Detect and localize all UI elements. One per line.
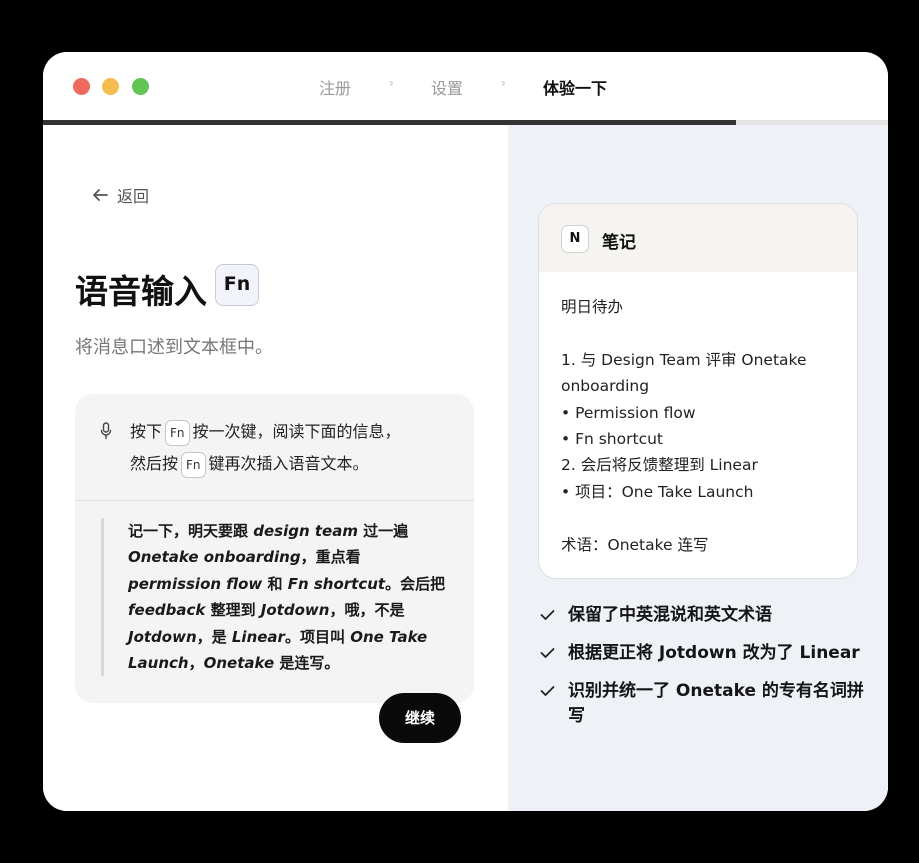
fn-key: Fn bbox=[165, 419, 190, 446]
title-bar: 注册 › 设置 › 体验一下 bbox=[43, 52, 888, 120]
note-line: • Fn shortcut bbox=[561, 430, 663, 449]
arrow-left-icon bbox=[93, 189, 108, 201]
divider bbox=[75, 500, 474, 501]
instruction-text: 然后按 bbox=[130, 454, 179, 473]
check-item: 识别并统一了 Onetake 的专有名词拼写 bbox=[540, 679, 880, 729]
note-title: 笔记 bbox=[602, 233, 636, 253]
check-item: 保留了中英混说和英文术语 bbox=[540, 603, 880, 628]
quote-text: 整理到 bbox=[205, 601, 261, 620]
result-checklist: 保留了中英混说和英文术语根据更正将 Jotdown 改为了 Linear 识别并统… bbox=[540, 603, 880, 742]
back-button[interactable]: 返回 bbox=[91, 183, 149, 207]
quote-text: ， bbox=[188, 654, 204, 673]
quote-text: ，重点看 bbox=[300, 548, 361, 567]
note-line: 2. 会后将反馈整理到 Linear bbox=[561, 456, 758, 475]
instruction-section: 按下 Fn 按一次键，阅读下面的信息， 然后按 Fn 键再次插入语音文本。 bbox=[75, 394, 474, 499]
step-settings: 设置 bbox=[431, 79, 464, 98]
emphasized-term: Linear bbox=[231, 627, 285, 646]
checkmark-icon bbox=[540, 686, 555, 696]
note-line bbox=[561, 505, 847, 531]
quote-text: 记一下，明天要跟 bbox=[128, 522, 254, 540]
check-item-label: 保留了中英混说和英文术语 bbox=[568, 605, 772, 625]
instruction-text: 按一次键，阅读下面的信息， bbox=[192, 422, 401, 441]
quote-text: 是连写。 bbox=[274, 654, 340, 673]
fn-key-badge: Fn bbox=[215, 264, 259, 306]
chevron-right-icon: › bbox=[389, 76, 394, 90]
quote-text: 。会后把 bbox=[385, 574, 446, 593]
check-item-label: 识别并统一了 Onetake 的专有名词拼写 bbox=[568, 681, 864, 726]
emphasized-term: permission flow bbox=[128, 574, 263, 593]
note-line: 术语：Onetake 连写 bbox=[561, 535, 709, 554]
chevron-right-icon: › bbox=[501, 76, 506, 90]
check-item-label: 根据更正将 Jotdown 改为了 Linear bbox=[568, 643, 860, 663]
back-label: 返回 bbox=[117, 187, 150, 206]
fn-key: Fn bbox=[181, 451, 206, 478]
checkmark-icon bbox=[540, 648, 555, 658]
page-title: 语音输入 bbox=[75, 272, 207, 311]
quote-text: ，是 bbox=[196, 627, 232, 646]
note-line: 明日待办 bbox=[561, 298, 624, 316]
microphone-icon bbox=[100, 422, 112, 440]
step-signup: 注册 bbox=[319, 79, 352, 98]
page-subtitle: 将消息口述到文本框中。 bbox=[75, 337, 273, 358]
result-panel: N 笔记 明日待办 1. 与 Design Team 评审 Onetake onb… bbox=[508, 125, 888, 811]
emphasized-term: Onetake onboarding bbox=[128, 548, 301, 567]
emphasized-term: feedback bbox=[128, 601, 206, 620]
emphasized-term: Fn shortcut bbox=[287, 574, 386, 593]
note-line: • 项目：One Take Launch bbox=[561, 482, 754, 501]
check-item: 根据更正将 Jotdown 改为了 Linear bbox=[540, 641, 880, 666]
note-card: N 笔记 明日待办 1. 与 Design Team 评审 Onetake onb… bbox=[538, 203, 858, 579]
continue-button[interactable]: 继续 bbox=[379, 693, 461, 743]
emphasized-term: Jotdown bbox=[260, 601, 330, 620]
instruction-text: 键再次插入语音文本。 bbox=[208, 454, 369, 473]
note-line: 1. 与 Design Team 评审 Onetake onboarding bbox=[561, 350, 807, 396]
onboarding-window: 注册 › 设置 › 体验一下 返回 语音输入 Fn 将消息口述到文本框中。 按下… bbox=[43, 52, 888, 811]
note-body: 明日待办 1. 与 Design Team 评审 Onetake onboardi… bbox=[561, 294, 847, 558]
quote-text: ，哦，不是 bbox=[329, 601, 405, 620]
emphasized-term: design team bbox=[253, 522, 358, 540]
checkmark-icon bbox=[540, 610, 555, 620]
instruction-text: 按下 bbox=[130, 422, 163, 441]
quote-text: 过一遍 bbox=[357, 522, 409, 540]
notion-logo-icon: N bbox=[561, 225, 589, 253]
quote-bar bbox=[101, 518, 104, 676]
dictation-card: 按下 Fn 按一次键，阅读下面的信息， 然后按 Fn 键再次插入语音文本。 记一下，明天… bbox=[75, 394, 474, 703]
instruction-line-2: 然后按 Fn 键再次插入语音文本。 bbox=[130, 450, 369, 478]
note-line: • Permission flow bbox=[561, 403, 696, 422]
note-line bbox=[561, 320, 847, 346]
emphasized-term: Onetake bbox=[203, 654, 275, 673]
emphasized-term: Jotdown bbox=[128, 627, 197, 646]
step-try-it: 体验一下 bbox=[543, 79, 608, 98]
note-header: N 笔记 bbox=[539, 204, 857, 272]
quote-text: 和 bbox=[262, 574, 288, 593]
step-indicator: 注册 › 设置 › 体验一下 bbox=[43, 75, 888, 99]
instruction-panel: 返回 语音输入 Fn 将消息口述到文本框中。 按下 Fn 按一次键，阅读下面的信息，… bbox=[43, 125, 508, 811]
quote-text: 。项目叫 bbox=[284, 627, 351, 646]
instruction-line-1: 按下 Fn 按一次键，阅读下面的信息， bbox=[130, 418, 401, 446]
sample-dictation-text: 记一下，明天要跟 design team 过一遍 Onetake onboard… bbox=[128, 518, 458, 676]
